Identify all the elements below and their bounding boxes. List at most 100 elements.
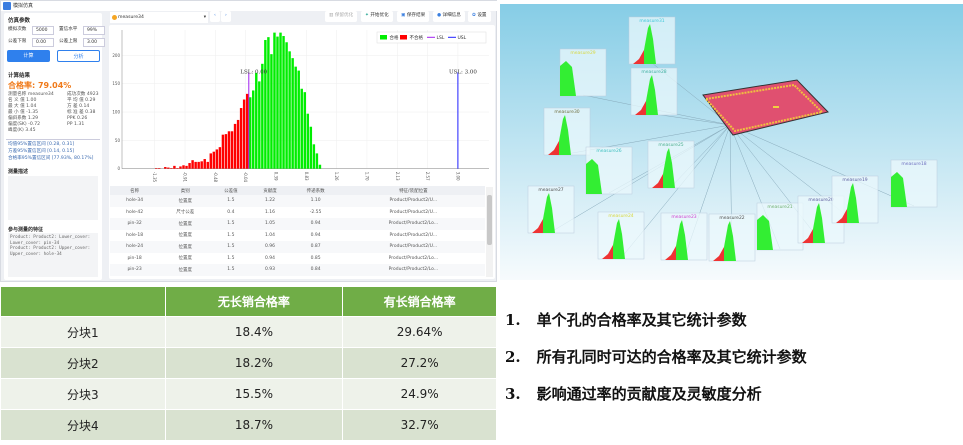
y-tick-label: 50 xyxy=(115,138,121,143)
table-cell: 0.94 xyxy=(264,255,275,261)
measure-panel[interactable]: measure18 xyxy=(890,159,938,208)
column-header[interactable]: 贡献度 xyxy=(250,186,290,195)
table-row[interactable]: pin-23 位置度 1.5 0.93 0.84 Product/Product2/Lo.… xyxy=(110,264,485,276)
column-header[interactable]: 类别 xyxy=(159,186,212,195)
pass-bar xyxy=(279,32,282,169)
fail-bar xyxy=(179,166,182,169)
measure-panel[interactable]: measure22 xyxy=(708,213,756,262)
measure-panel[interactable]: measure27 xyxy=(527,185,575,234)
measure-panel[interactable]: measure19 xyxy=(831,175,879,224)
table-cell: 位置度 xyxy=(178,233,193,239)
fail-bar xyxy=(155,168,158,169)
list-text: 影响通过率的贡献度及灵敏度分析 xyxy=(536,385,762,403)
column-header[interactable]: 传递系数 xyxy=(289,186,342,195)
table-cell: 1.5 xyxy=(227,232,235,238)
feature-link[interactable]: Product/Product2/Lo... xyxy=(342,253,485,265)
fail-bar xyxy=(206,161,209,169)
column-header[interactable]: 特征/装配位置 xyxy=(341,186,485,195)
table-row[interactable]: pin-32 位置度 1.5 1.05 0.94 Product/Product2/Lo.… xyxy=(110,218,485,230)
table-cell: 1.5 xyxy=(211,264,251,276)
contribution-table: 名称 类别 公差值 贡献度 传递系数 特征/装配位置 hole-34 位置度 1.5 1.22 1.… xyxy=(110,186,485,279)
fail-bar xyxy=(209,153,213,169)
table-cell: -2.55 xyxy=(309,209,322,215)
legend-label: LSL xyxy=(437,35,445,41)
measure-panel[interactable]: measure24 xyxy=(597,211,645,260)
measure-panel[interactable]: measure21 xyxy=(756,202,804,251)
pass-bar xyxy=(288,51,291,169)
table-cell: 位置度 xyxy=(159,241,212,253)
x-tick-label: 3.00 xyxy=(455,172,460,181)
table-cell: 18.7% xyxy=(164,409,344,441)
fail-bar xyxy=(218,147,222,169)
feature-link[interactable]: Product/Product2/U... xyxy=(342,207,485,219)
lsl-label: LSL: 0.00 xyxy=(240,69,267,75)
list-number: 3. xyxy=(505,385,521,403)
table-cell: 位置度 xyxy=(159,218,212,230)
measure-panel[interactable]: measure25 xyxy=(647,140,695,189)
fail-bar xyxy=(203,159,206,169)
measure-panel[interactable]: measure31 xyxy=(628,16,676,65)
pass-bar xyxy=(258,81,261,169)
table-row[interactable]: hole-42 尺寸公差 0.4 1.16 -2.55 Product/Product2/… xyxy=(110,207,485,219)
table-cell: 0.85 xyxy=(310,255,321,261)
measure-panel[interactable]: measure26 xyxy=(585,146,633,195)
table-header: 无长销合格率 有长销合格率 xyxy=(0,286,497,317)
fail-bar xyxy=(173,165,176,169)
measure-panel[interactable]: measure23 xyxy=(660,212,708,261)
x-tick-label: -0.91 xyxy=(183,172,188,183)
pass-bar xyxy=(309,126,313,169)
scrollbar[interactable] xyxy=(486,187,493,277)
column-header[interactable]: 名称 xyxy=(110,186,160,195)
table-cell: 0.94 xyxy=(289,218,342,230)
scrollbar-thumb[interactable] xyxy=(487,195,492,245)
x-tick-label: 0.39 xyxy=(273,172,278,181)
table-cell: hole-42 xyxy=(126,209,144,215)
table-cell: pin-18 xyxy=(127,255,142,261)
measure-panel[interactable]: measure29 xyxy=(559,48,607,97)
fail-bar xyxy=(224,134,228,169)
table-cell: pin-32 xyxy=(110,218,160,230)
measure-label: measure21 xyxy=(767,204,792,210)
column-header[interactable]: 公差值 xyxy=(211,186,251,195)
fail-bar xyxy=(239,108,243,169)
measure-panel[interactable]: measure30 xyxy=(543,107,591,156)
fail-bar xyxy=(245,93,249,169)
measure-panel[interactable]: measure28 xyxy=(630,67,678,116)
feature-link[interactable]: Product/Product2/U... xyxy=(341,195,485,207)
feature-link[interactable]: Product/Product2/Lo... xyxy=(341,218,485,230)
table-cell: 1.04 xyxy=(264,232,275,238)
feature-link[interactable]: Product/Product2/Lo... xyxy=(341,264,485,276)
table-cell: 1.16 xyxy=(264,209,275,215)
table-cell: 0.94 xyxy=(310,232,321,238)
feature-link[interactable]: Product/Product2/U... xyxy=(342,230,485,242)
measure-label: measure18 xyxy=(901,161,926,167)
table-row[interactable]: pin-18 位置度 1.5 0.94 0.85 Product/Product2/Lo.… xyxy=(110,253,485,265)
pass-bar xyxy=(300,88,303,169)
fail-bar xyxy=(188,163,191,169)
table-cell: 15.5% xyxy=(164,378,344,410)
table-cell: 0.93 xyxy=(250,264,290,276)
fail-bar xyxy=(182,165,185,169)
x-tick-label: -1.35 xyxy=(152,172,157,183)
pass-bar xyxy=(252,90,255,169)
pass-bar xyxy=(291,58,294,169)
table-row[interactable]: hole-24 位置度 1.5 0.96 0.87 Product/Product2/U.… xyxy=(110,241,485,253)
table-row[interactable]: hole-34 位置度 1.5 1.22 1.10 Product/Product2/U.… xyxy=(110,195,485,207)
table-cell: 1.10 xyxy=(289,195,342,207)
measure-label: measure23 xyxy=(671,214,696,220)
fail-bar xyxy=(185,165,188,169)
fail-bar xyxy=(242,99,246,169)
features-textarea[interactable]: Product: Product2: Lower_cover: Lower_co… xyxy=(8,233,98,277)
table-cell: 0.87 xyxy=(289,241,342,253)
table-cell: 1.5 xyxy=(227,255,235,261)
pass-bar xyxy=(315,153,319,169)
feature-link[interactable]: Product/Product2/U... xyxy=(341,241,485,253)
chart-legend: 合格 不合格 LSL USL xyxy=(376,31,487,44)
usl-label: USL: 3.00 xyxy=(449,69,477,75)
y-tick-label: 150 xyxy=(112,81,120,86)
pass-bar xyxy=(285,42,288,169)
table-row[interactable]: hole-18 位置度 1.5 1.04 0.94 Product/Product2/U.… xyxy=(110,230,485,242)
center-mark xyxy=(773,106,779,108)
fail-bar xyxy=(233,123,237,169)
table-cell: 位置度 xyxy=(159,264,212,276)
